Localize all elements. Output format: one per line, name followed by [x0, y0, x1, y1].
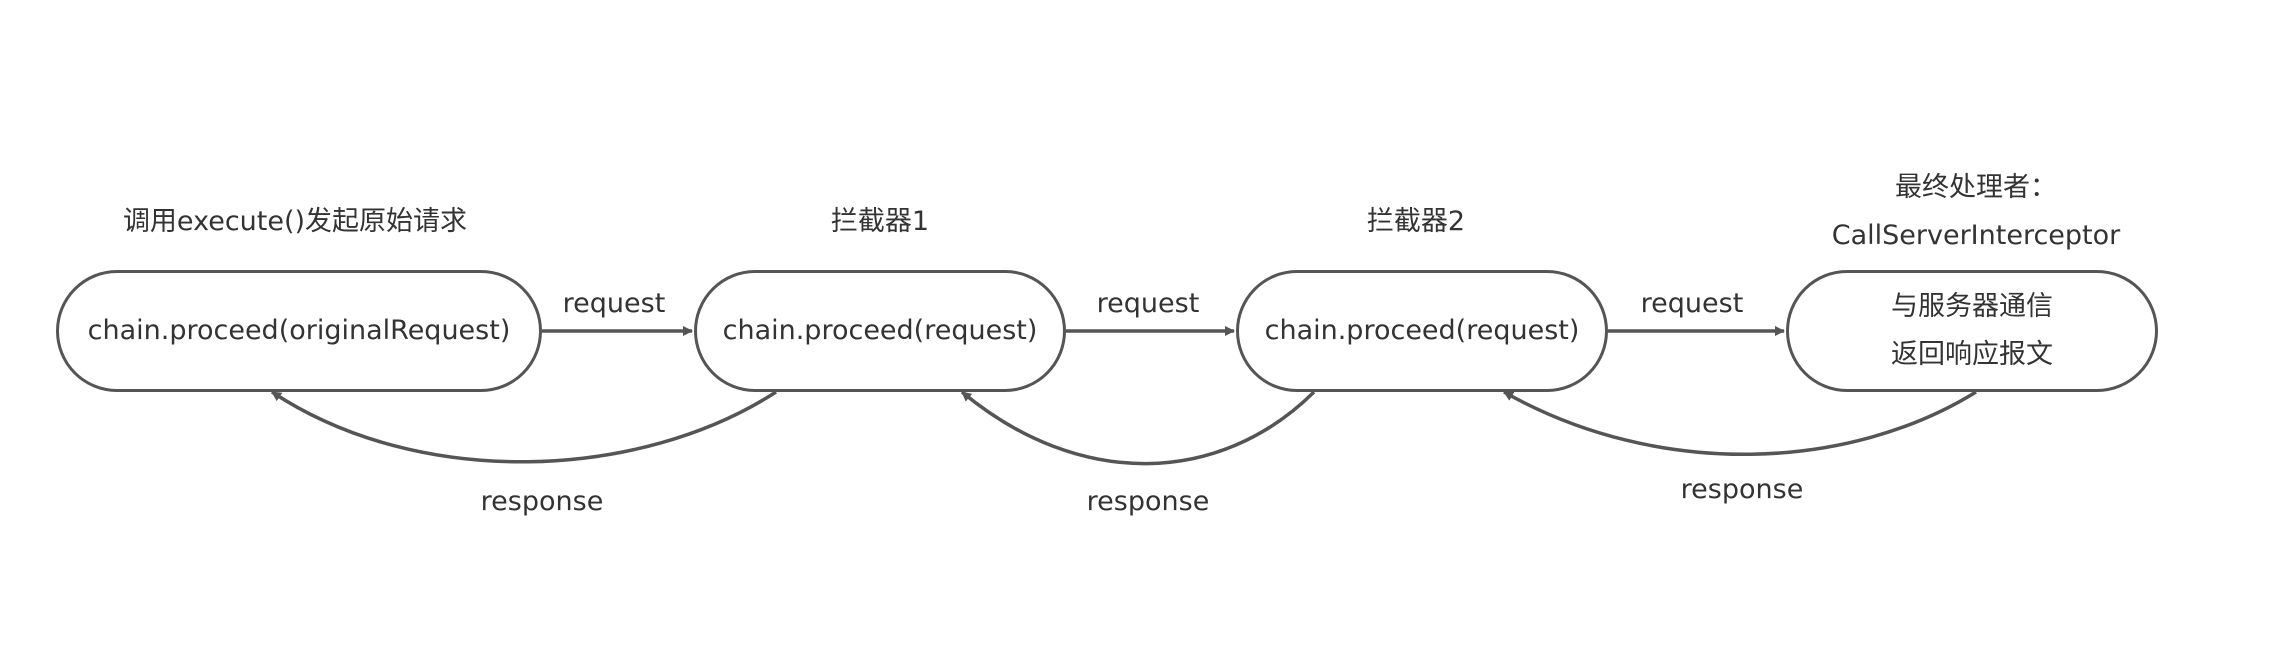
edge-label-request-3: request	[1640, 288, 1744, 319]
response-arrow-interceptor1-to-caller	[271, 390, 777, 464]
node-interceptor2: chain.proceed(request)	[1236, 270, 1608, 392]
node-interceptor2-text: chain.proceed(request)	[1264, 315, 1580, 346]
node-interceptor1: chain.proceed(request)	[694, 270, 1066, 392]
node-title-server-line2: CallServerInterceptor	[1831, 220, 2121, 251]
response-arrow-interceptor2-to-interceptor1	[960, 390, 1316, 466]
edge-label-request-2: request	[1096, 288, 1200, 319]
node-interceptor1-text: chain.proceed(request)	[722, 315, 1038, 346]
edge-label-response-1: response	[480, 486, 604, 517]
edge-label-response-3: response	[1680, 474, 1804, 505]
node-title-interceptor1: 拦截器1	[830, 206, 930, 237]
node-caller-text: chain.proceed(originalRequest)	[87, 315, 511, 346]
node-title-caller: 调用execute()发起原始请求	[122, 206, 468, 237]
node-title-server-line1: 最终处理者：	[1895, 172, 2057, 203]
node-server-text-line1: 与服务器通信	[1891, 291, 2053, 322]
node-server-text-line2: 返回响应报文	[1891, 339, 2053, 370]
response-arrow-server-to-interceptor2	[1503, 390, 1977, 457]
edge-label-request-1: request	[562, 288, 666, 319]
diagram-canvas: 调用execute()发起原始请求 拦截器1 拦截器2 最终处理者： CallS…	[0, 0, 2288, 670]
node-caller: chain.proceed(originalRequest)	[56, 270, 542, 392]
node-title-interceptor2: 拦截器2	[1366, 206, 1466, 237]
edge-label-response-2: response	[1086, 486, 1210, 517]
node-server: 与服务器通信 返回响应报文	[1786, 270, 2158, 392]
